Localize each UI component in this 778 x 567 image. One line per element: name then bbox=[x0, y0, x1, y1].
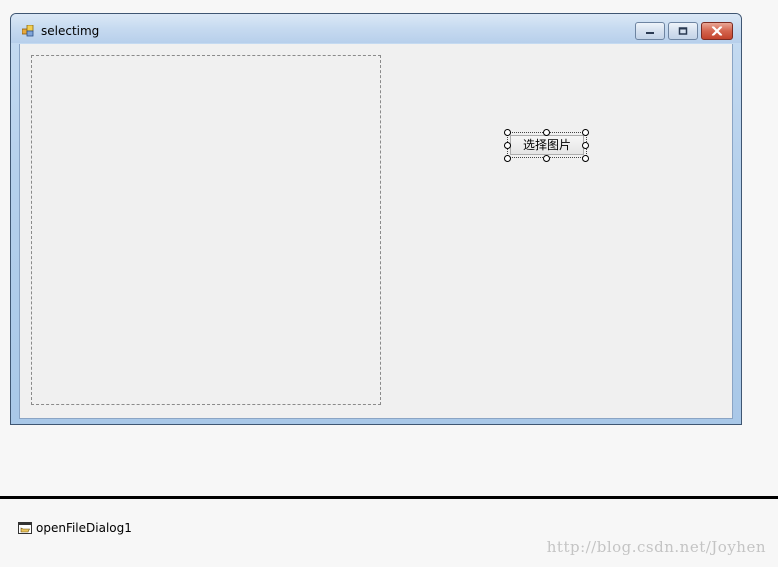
minimize-button[interactable] bbox=[635, 22, 665, 40]
tray-component-open-file-dialog[interactable]: openFileDialog1 bbox=[18, 521, 132, 535]
form-window[interactable]: selectimg 选择图片 bbox=[10, 13, 742, 425]
maximize-icon bbox=[678, 27, 688, 35]
resize-handle-bottom[interactable] bbox=[543, 155, 550, 162]
watermark: http://blog.csdn.net/Joyhen bbox=[546, 538, 766, 556]
form-icon bbox=[21, 24, 34, 37]
resize-handle-right[interactable] bbox=[582, 142, 589, 149]
caption-buttons bbox=[635, 22, 733, 40]
select-image-button[interactable]: 选择图片 bbox=[510, 135, 584, 155]
maximize-button[interactable] bbox=[668, 22, 698, 40]
minimize-icon bbox=[646, 32, 654, 34]
form-client-area[interactable]: 选择图片 bbox=[19, 44, 733, 419]
close-button[interactable] bbox=[701, 22, 733, 40]
close-icon bbox=[711, 26, 723, 36]
resize-handle-left[interactable] bbox=[504, 142, 511, 149]
title-bar[interactable]: selectimg bbox=[11, 14, 741, 43]
tray-component-label: openFileDialog1 bbox=[36, 521, 132, 535]
resize-handle-top-left[interactable] bbox=[504, 129, 511, 136]
component-tray: openFileDialog1 http://blog.csdn.net/Joy… bbox=[0, 499, 778, 567]
picture-box[interactable] bbox=[31, 55, 381, 405]
open-file-dialog-icon bbox=[18, 521, 32, 535]
resize-handle-top[interactable] bbox=[543, 129, 550, 136]
selected-control[interactable]: 选择图片 bbox=[504, 129, 589, 162]
window-title: selectimg bbox=[41, 24, 100, 38]
resize-handle-bottom-left[interactable] bbox=[504, 155, 511, 162]
resize-handle-bottom-right[interactable] bbox=[582, 155, 589, 162]
resize-handle-top-right[interactable] bbox=[582, 129, 589, 136]
